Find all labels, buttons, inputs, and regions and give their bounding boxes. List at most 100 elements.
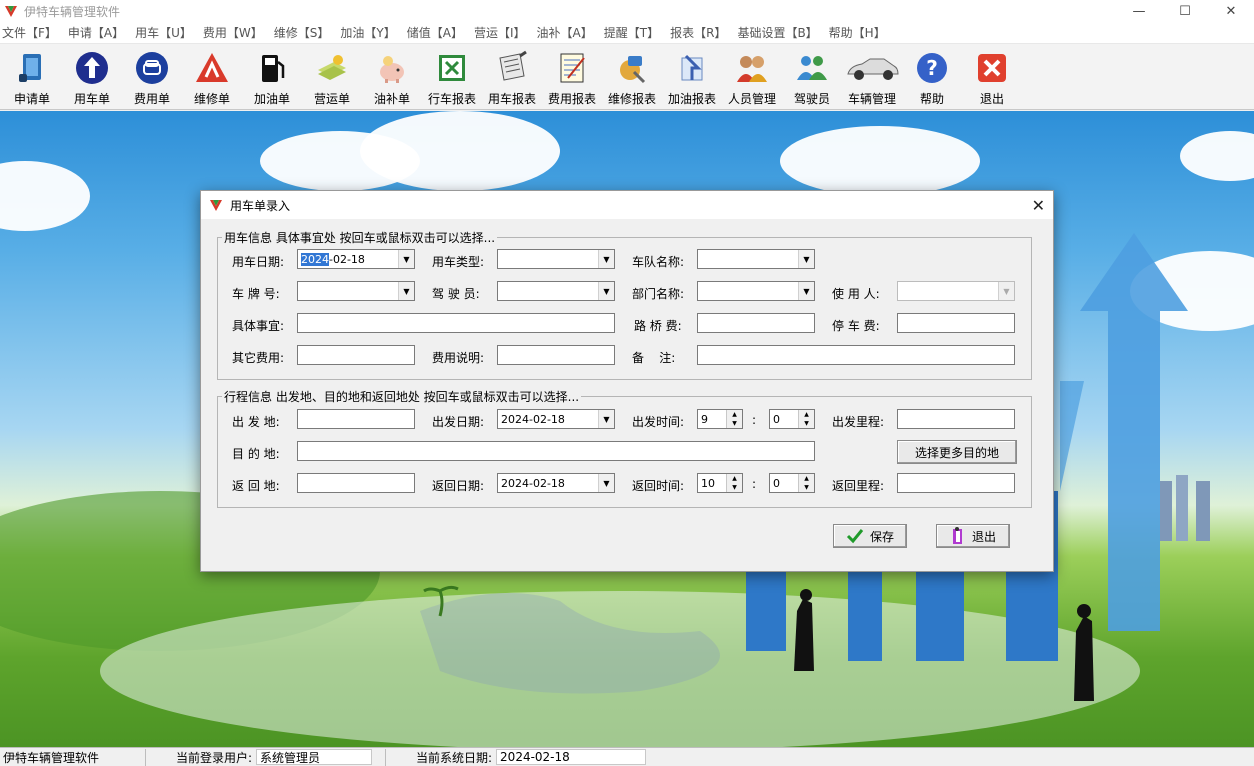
use-car-entry-dialog: 用车单录入 ✕ 用车信息 具体事宜处 按回车或鼠标双击可以选择... 用车日期:… <box>200 190 1054 572</box>
toolbar: 申请单 用车单 费用单 维修单 加油单 营运单 油补单 行车报表 用车报表 费用… <box>0 44 1254 110</box>
return-mileage-label: 返回里程: <box>832 479 885 493</box>
spin-up-icon[interactable]: ▲ <box>799 474 814 483</box>
driver-select[interactable]: ▼ <box>497 281 615 301</box>
toolbar-drivers[interactable]: 驾驶员 <box>782 44 842 110</box>
toolbar-repair-form[interactable]: 维修单 <box>182 44 242 110</box>
toolbar-refuel-report[interactable]: 加油报表 <box>662 44 722 110</box>
spinner-buttons[interactable]: ▲ ▼ <box>798 474 814 492</box>
spin-down-icon[interactable]: ▼ <box>727 483 742 492</box>
title-bar: 伊特车辆管理软件 — ☐ ✕ <box>0 0 1254 22</box>
dropdown-arrow-icon[interactable]: ▼ <box>598 410 614 428</box>
save-button[interactable]: 保存 <box>833 524 907 548</box>
spinner-buttons[interactable]: ▲ ▼ <box>726 474 742 492</box>
return-mileage-input[interactable] <box>897 473 1015 493</box>
return-date-picker[interactable]: 2024-02-18 ▼ <box>497 473 615 493</box>
depart-mileage-input[interactable] <box>897 409 1015 429</box>
spin-up-icon[interactable]: ▲ <box>799 410 814 419</box>
use-date-label: 用车日期: <box>232 255 285 269</box>
return-place-input[interactable] <box>297 473 415 493</box>
fee-note-input[interactable] <box>497 345 615 365</box>
status-date-cell: 当前系统日期: 2024-02-18 <box>386 749 686 766</box>
toolbar-request-form[interactable]: 申请单 <box>2 44 62 110</box>
menu-reminder[interactable]: 提醒【T】 <box>602 24 668 41</box>
more-destinations-button[interactable]: 选择更多目的地 <box>897 440 1017 464</box>
matter-input[interactable] <box>297 313 615 333</box>
toolbar-driving-report[interactable]: 行车报表 <box>422 44 482 110</box>
status-date-label: 当前系统日期: <box>416 750 493 765</box>
depart-date-picker[interactable]: 2024-02-18 ▼ <box>497 409 615 429</box>
plate-number-select[interactable]: ▼ <box>297 281 415 301</box>
spinner-buttons[interactable]: ▲ ▼ <box>798 410 814 428</box>
toolbar-repair-report[interactable]: 维修报表 <box>602 44 662 110</box>
department-select[interactable]: ▼ <box>697 281 815 301</box>
depart-hour-spinner[interactable]: 9 ▲ ▼ <box>697 409 743 429</box>
menu-repair[interactable]: 维修【S】 <box>272 24 339 41</box>
other-fee-label: 其它费用: <box>232 351 285 365</box>
scroll-pen-icon <box>499 50 527 81</box>
menu-bar: 文件【F】 申请【A】 用车【U】 费用【W】 维修【S】 加油【Y】 储值【A… <box>0 22 1254 44</box>
spin-up-icon[interactable]: ▲ <box>727 410 742 419</box>
dropdown-arrow-icon[interactable]: ▼ <box>598 282 614 300</box>
toolbar-fuel-subsidy-form[interactable]: 油补单 <box>362 44 422 110</box>
dropdown-arrow-icon[interactable]: ▼ <box>598 250 614 268</box>
return-hour-spinner[interactable]: 10 ▲ ▼ <box>697 473 743 493</box>
toolbar-staff-management[interactable]: 人员管理 <box>722 44 782 110</box>
dropdown-arrow-icon[interactable]: ▼ <box>398 250 414 268</box>
other-fee-input[interactable] <box>297 345 415 365</box>
dropdown-arrow-icon[interactable]: ▼ <box>598 474 614 492</box>
user-select[interactable]: ▼ <box>897 281 1015 301</box>
dropdown-arrow-icon[interactable]: ▼ <box>798 250 814 268</box>
toolbar-use-car-form[interactable]: 用车单 <box>62 44 122 110</box>
status-date-value: 2024-02-18 <box>496 749 647 765</box>
menu-help[interactable]: 帮助【H】 <box>827 24 895 41</box>
depart-place-input[interactable] <box>297 409 415 429</box>
return-minute-spinner[interactable]: 0 ▲ ▼ <box>769 473 815 493</box>
window-title: 伊特车辆管理软件 <box>24 4 121 19</box>
fleet-name-select[interactable]: ▼ <box>697 249 815 269</box>
close-window-button[interactable]: ✕ <box>1208 0 1254 22</box>
menu-report[interactable]: 报表【R】 <box>668 24 735 41</box>
toolbar-expense-report[interactable]: 费用报表 <box>542 44 602 110</box>
toolbar-refuel-form[interactable]: 加油单 <box>242 44 302 110</box>
exit-button[interactable]: 退出 <box>936 524 1010 548</box>
parking-fee-input[interactable] <box>897 313 1015 333</box>
toolbar-exit[interactable]: 退出 <box>962 44 1022 110</box>
notepad-icon <box>560 53 585 83</box>
spinner-buttons[interactable]: ▲ ▼ <box>726 410 742 428</box>
toolbar-vehicle-management[interactable]: 车辆管理 <box>842 44 902 110</box>
menu-fuel-subsidy[interactable]: 油补【A】 <box>535 24 602 41</box>
toolbar-operation-form[interactable]: 营运单 <box>302 44 362 110</box>
menu-refuel[interactable]: 加油【Y】 <box>338 24 404 41</box>
return-place-label: 返 回 地: <box>232 479 280 493</box>
remark-input[interactable] <box>697 345 1015 365</box>
minimize-button[interactable]: — <box>1116 0 1162 22</box>
dialog-close-button[interactable]: ✕ <box>1032 196 1045 215</box>
spin-up-icon[interactable]: ▲ <box>727 474 742 483</box>
spin-down-icon[interactable]: ▼ <box>727 419 742 428</box>
menu-use-car[interactable]: 用车【U】 <box>133 24 201 41</box>
maximize-button[interactable]: ☐ <box>1162 0 1208 22</box>
trip-info-legend: 行程信息 出发地、目的地和返回地处 按回车或鼠标双击可以选择... <box>224 390 580 404</box>
menu-file[interactable]: 文件【F】 <box>0 24 66 41</box>
app-logo-icon <box>210 200 222 211</box>
toolbar-use-car-report[interactable]: 用车报表 <box>482 44 542 110</box>
use-type-select[interactable]: ▼ <box>497 249 615 269</box>
menu-basic-settings[interactable]: 基础设置【B】 <box>735 24 826 41</box>
dropdown-arrow-icon[interactable]: ▼ <box>798 282 814 300</box>
menu-operation[interactable]: 营运【I】 <box>472 24 535 41</box>
menu-apply[interactable]: 申请【A】 <box>66 24 133 41</box>
toll-fee-input[interactable] <box>697 313 815 333</box>
use-date-picker[interactable]: 2024 -02-18 ▼ <box>297 249 415 269</box>
request-form-icon <box>19 54 41 82</box>
spin-down-icon[interactable]: ▼ <box>799 419 814 428</box>
time-colon: : <box>752 477 757 491</box>
destination-input[interactable] <box>297 441 815 461</box>
spin-down-icon[interactable]: ▼ <box>799 483 814 492</box>
checkmark-icon <box>846 529 864 544</box>
toolbar-expense-form[interactable]: 费用单 <box>122 44 182 110</box>
toolbar-help[interactable]: ? 帮助 <box>902 44 962 110</box>
dropdown-arrow-icon[interactable]: ▼ <box>398 282 414 300</box>
menu-expense[interactable]: 费用【W】 <box>201 24 272 41</box>
depart-minute-spinner[interactable]: 0 ▲ ▼ <box>769 409 815 429</box>
menu-stored-value[interactable]: 储值【A】 <box>405 24 472 41</box>
